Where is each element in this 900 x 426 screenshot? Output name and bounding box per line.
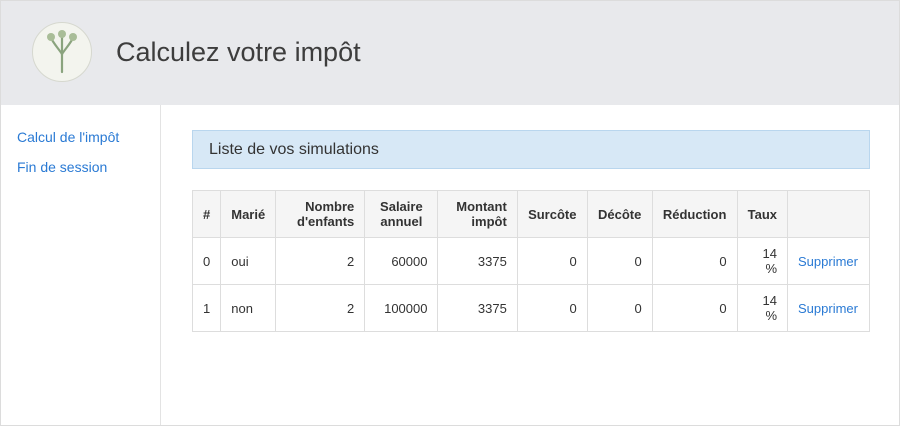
column-header-enfants: Nombre d'enfants — [275, 190, 366, 238]
cell-action: Supprimer — [787, 284, 870, 332]
main-content: Liste de vos simulations # Marié Nombre d… — [162, 105, 899, 425]
column-header-taux: Taux — [736, 190, 789, 238]
column-header-impot: Montant impôt — [437, 190, 518, 238]
table-row: 0 oui 2 60000 3375 0 0 0 14% Supprimer — [191, 237, 870, 285]
page-header: Calculez votre impôt — [1, 1, 899, 105]
table-header-row: # Marié Nombre d'enfants Salaire annuel Mo… — [191, 190, 870, 238]
cell-marie: oui — [220, 237, 277, 285]
page-title: Calculez votre impôt — [116, 37, 361, 67]
cell-impot: 3375 — [437, 237, 518, 285]
column-header-reduction: Réduction — [651, 190, 738, 238]
cell-salaire: 60000 — [364, 237, 439, 285]
cell-marie: non — [220, 284, 277, 332]
column-header-marie: Marié — [220, 190, 277, 238]
cell-id: 0 — [191, 237, 222, 285]
simulations-table: # Marié Nombre d'enfants Salaire annuel Mo… — [191, 190, 870, 332]
app-window: Calculez votre impôt Calcul de l'impôt F… — [0, 0, 900, 426]
sidebar-item-calcul-impot[interactable]: Calcul de l'impôt — [17, 129, 119, 145]
column-header-actions — [787, 190, 870, 238]
column-header-salaire: Salaire annuel — [364, 190, 439, 238]
delete-simulation-link[interactable]: Supprimer — [798, 254, 858, 269]
cell-enfants: 2 — [275, 284, 366, 332]
cell-salaire: 100000 — [364, 284, 439, 332]
cell-surcote: 0 — [516, 284, 588, 332]
sidebar-item-fin-de-session[interactable]: Fin de session — [17, 159, 107, 175]
cell-decote: 0 — [586, 284, 653, 332]
cell-taux: 14% — [736, 237, 789, 285]
cell-decote: 0 — [586, 237, 653, 285]
column-header-decote: Décôte — [586, 190, 653, 238]
cell-id: 1 — [191, 284, 222, 332]
tree-logo-icon — [32, 22, 92, 82]
column-header-id: # — [191, 190, 222, 238]
delete-simulation-link[interactable]: Supprimer — [798, 301, 858, 316]
cell-reduction: 0 — [651, 284, 738, 332]
cell-enfants: 2 — [275, 237, 366, 285]
cell-surcote: 0 — [516, 237, 588, 285]
cell-taux: 14% — [736, 284, 789, 332]
sidebar: Calcul de l'impôt Fin de session — [1, 105, 161, 425]
cell-impot: 3375 — [437, 284, 518, 332]
simulations-panel-heading: Liste de vos simulations — [192, 130, 870, 169]
cell-reduction: 0 — [651, 237, 738, 285]
table-row: 1 non 2 100000 3375 0 0 0 14% Supprimer — [191, 284, 870, 332]
column-header-surcote: Surcôte — [516, 190, 588, 238]
cell-action: Supprimer — [787, 237, 870, 285]
